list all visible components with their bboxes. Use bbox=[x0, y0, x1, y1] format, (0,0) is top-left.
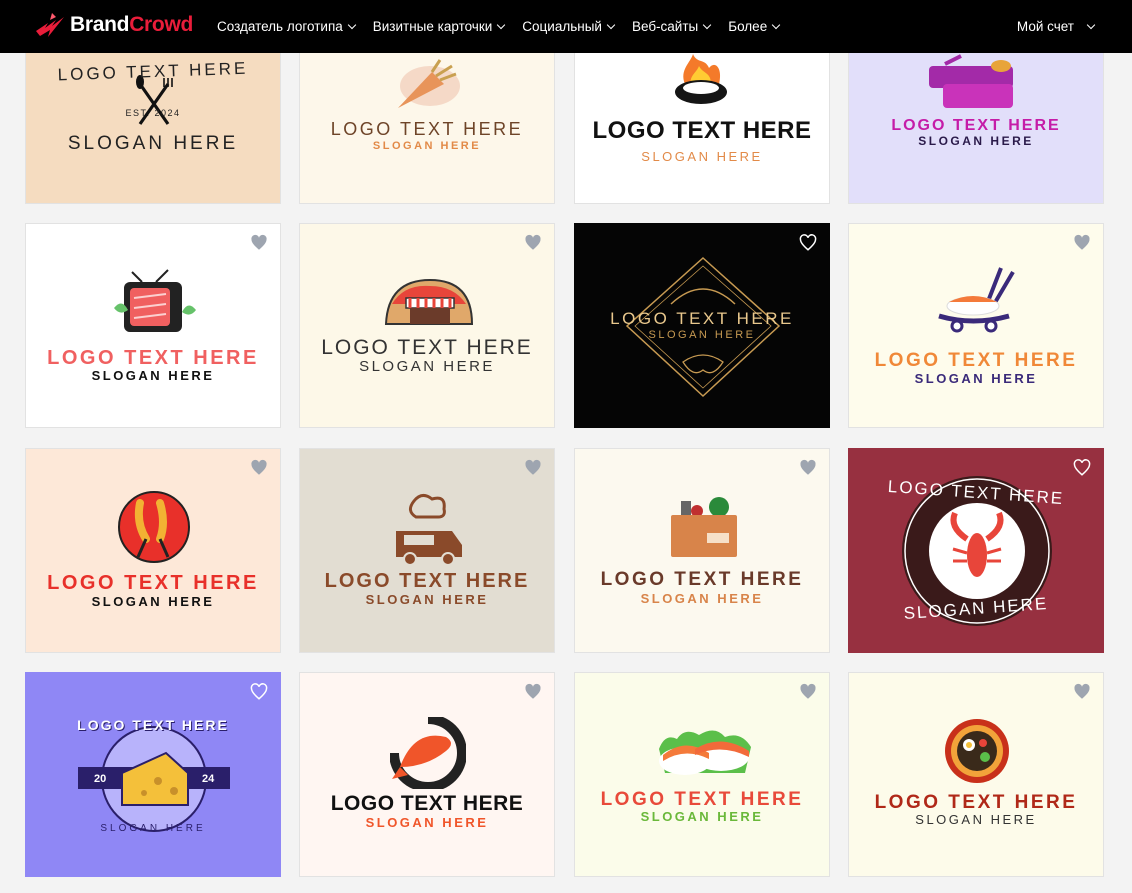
logo-slogan: SLOGAN HERE bbox=[67, 133, 239, 154]
logo-badge: EST. 2024 bbox=[125, 108, 181, 118]
heart-icon[interactable] bbox=[1073, 234, 1091, 252]
logo-title: LOGO TEXT HERE bbox=[600, 789, 804, 810]
heart-icon[interactable] bbox=[1073, 683, 1091, 701]
logo-title: LOGO TEXT HERE bbox=[47, 572, 259, 594]
logo-slogan: SLOGAN HERE bbox=[641, 149, 763, 164]
logo-arc-slogan: SLOGAN HERE bbox=[100, 823, 206, 834]
top-nav: BrandCrowd Создатель логотипа Визитные к… bbox=[0, 0, 1132, 53]
logo-slogan: SLOGAN HERE bbox=[91, 594, 215, 609]
logo-title: LOGO TEXT HERE bbox=[874, 350, 1078, 371]
logo-slogan: SLOGAN HERE bbox=[640, 591, 764, 606]
logo-title: LOGO TEXT HERE bbox=[592, 117, 812, 144]
logo-card[interactable]: LOGO TEXT HERE SLOGAN HERE bbox=[25, 223, 281, 428]
lunchbox-illustration bbox=[929, 54, 1013, 108]
menu-more[interactable]: Более bbox=[728, 19, 781, 34]
chevron-down-icon bbox=[347, 20, 357, 29]
carrot-illustration bbox=[398, 59, 460, 108]
corndog-illustration bbox=[118, 491, 190, 563]
logo-card[interactable]: LOGO TEXT HERE 20 24 SLOGAN HERE bbox=[25, 672, 281, 877]
logo-slogan: SLOGAN HERE bbox=[359, 358, 495, 375]
heart-icon[interactable] bbox=[524, 234, 542, 252]
logo-slogan: SLOGAN HERE bbox=[914, 371, 1038, 386]
chevron-down-icon bbox=[497, 20, 506, 29]
logo-card[interactable]: LOGO TEXT HERE SLOGAN HERE bbox=[848, 448, 1104, 653]
brand-logo[interactable]: BrandCrowd bbox=[34, 11, 193, 39]
account-menu[interactable]: Мой счет bbox=[1017, 0, 1096, 53]
logo-slogan: SLOGAN HERE bbox=[918, 134, 1034, 148]
logo-title: LOGO TEXT HERE bbox=[330, 119, 524, 139]
salmon-sushi-illustration bbox=[659, 730, 751, 775]
chevron-down-icon bbox=[606, 20, 616, 29]
logo-slogan: SLOGAN HERE bbox=[372, 140, 482, 152]
menu-social[interactable]: Социальный bbox=[522, 19, 616, 34]
logo-title: LOGO TEXT HERE bbox=[600, 569, 804, 590]
logo-title: LOGO TEXT HERE bbox=[47, 347, 259, 369]
logo-title: LOGO TEXT HERE bbox=[324, 570, 530, 592]
food-truck-chef-illustration bbox=[396, 494, 462, 566]
logo-card[interactable]: LOGO TEXT HERE SLOGAN HERE bbox=[848, 223, 1104, 428]
year-left: 20 bbox=[94, 773, 107, 785]
logo-card[interactable]: LOGO TEXT HERE SLOGAN HERE bbox=[299, 672, 555, 877]
main-menu: Создатель логотипа Визитные карточки Соц… bbox=[217, 0, 797, 53]
logo-card[interactable]: LOGO TEXT HERE SLOGAN HERE bbox=[574, 448, 830, 653]
logo-slogan: SLOGAN HERE bbox=[365, 815, 489, 830]
chevron-down-icon bbox=[1086, 20, 1096, 29]
heart-icon[interactable] bbox=[1073, 459, 1091, 477]
logo-title: LOGO TEXT HERE bbox=[891, 117, 1061, 134]
bibimbap-illustration bbox=[945, 719, 1009, 783]
menu-business-cards[interactable]: Визитные карточки bbox=[373, 19, 506, 34]
logo-arc-title: LOGO TEXT HERE bbox=[77, 717, 229, 733]
brand-name: BrandCrowd bbox=[70, 13, 194, 36]
logo-card[interactable]: LOGO TEXT HERE SLOGAN HERE bbox=[848, 672, 1104, 877]
logo-card[interactable]: LOGO TEXT HERE SLOGAN HERE bbox=[574, 223, 830, 428]
heart-icon[interactable] bbox=[250, 683, 268, 701]
sushi-chopsticks-illustration bbox=[938, 267, 1015, 333]
heart-icon[interactable] bbox=[524, 459, 542, 477]
year-right: 24 bbox=[202, 773, 215, 785]
logo-card[interactable]: LOGO TEXT HERE SLOGAN HERE bbox=[25, 448, 281, 653]
menu-logo-maker[interactable]: Создатель логотипа bbox=[217, 19, 357, 34]
logo-title: LOGO TEXT HERE bbox=[874, 792, 1078, 813]
logo-slogan: SLOGAN HERE bbox=[648, 329, 756, 341]
logo-title: LOGO TEXT HERE bbox=[330, 792, 524, 815]
logo-slogan: SLOGAN HERE bbox=[915, 812, 1037, 827]
logo-bolt-icon bbox=[36, 13, 64, 37]
logo-card[interactable]: LOGO TEXT HERE SLOGAN HERE bbox=[574, 672, 830, 877]
heart-icon[interactable] bbox=[524, 683, 542, 701]
chevron-down-icon bbox=[771, 20, 781, 29]
logo-slogan: SLOGAN HERE bbox=[365, 592, 489, 607]
taco-shop-illustration bbox=[384, 278, 474, 325]
logo-card[interactable]: LOGO TEXT HERE SLOGAN HERE bbox=[299, 223, 555, 428]
heart-icon[interactable] bbox=[250, 459, 268, 477]
fish-circle-illustration bbox=[390, 717, 466, 789]
hotpot-illustration bbox=[675, 54, 727, 104]
logo-slogan: SLOGAN HERE bbox=[640, 809, 764, 824]
heart-icon[interactable] bbox=[799, 459, 817, 477]
chevron-down-icon bbox=[702, 20, 712, 29]
heart-icon[interactable] bbox=[799, 683, 817, 701]
heart-icon[interactable] bbox=[250, 234, 268, 252]
logo-card[interactable]: LOGO TEXT HERE SLOGAN HERE bbox=[299, 448, 555, 653]
menu-websites[interactable]: Веб-сайты bbox=[632, 19, 712, 34]
logo-title: LOGO TEXT HERE bbox=[321, 336, 533, 359]
logo-title: LOGO TEXT HERE bbox=[610, 309, 794, 328]
logo-slogan: SLOGAN HERE bbox=[91, 368, 215, 383]
grocery-box-illustration bbox=[671, 497, 737, 557]
heart-icon[interactable] bbox=[799, 234, 817, 252]
tv-sushi-illustration bbox=[114, 269, 196, 332]
